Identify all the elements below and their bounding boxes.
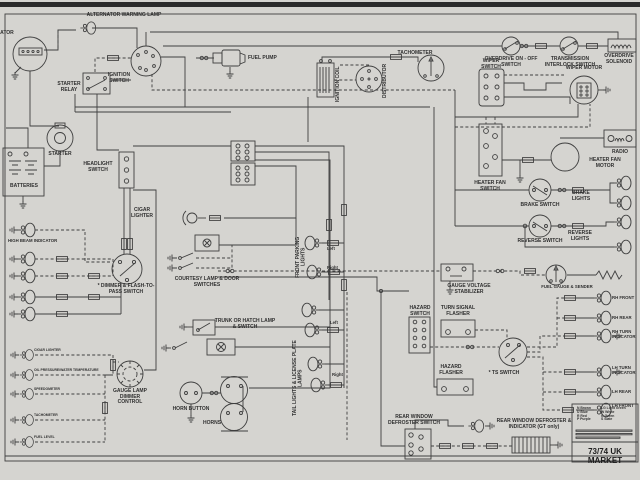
- horns-label: HORNS: [196, 421, 228, 427]
- trunk-lamp-label: TRUNK OR HATCH LAMP & SWITCH: [213, 319, 277, 330]
- ignition-coil-label: IGNITION COIL: [336, 64, 349, 104]
- title-block-text: 73/74 UK MARKET: [572, 447, 638, 465]
- panel-lamp-oil-label: OIL PRESSURE/WATER TEMPERATURE: [34, 369, 99, 373]
- hazard-switch-label: HAZARD SWITCH: [400, 306, 440, 317]
- panel-lamp-fuel-label: FUEL LEVEL: [34, 436, 55, 440]
- panel-lamp-cigar-label: CIGAR LIGHTER: [34, 349, 61, 353]
- legend-column-1: N Brown U Blue R Red P Purple: [577, 407, 601, 422]
- high-beam-indicator-label: HIGH BEAM INDICATOR: [8, 239, 57, 244]
- black-wires-grounds: [6, 57, 621, 449]
- rh-turn-indicator-label: RH TURN INDICATOR: [612, 330, 640, 340]
- alternator-label: ALTERNATOR: [0, 31, 16, 37]
- courtesy-lamp-label: COURTESY LAMP & DOOR SWITCHES: [172, 277, 242, 288]
- gauge-lamp-dimmer-symbol: [117, 361, 143, 387]
- tail-right-label: Right: [332, 373, 343, 378]
- distributor-symbol: [356, 66, 382, 92]
- heater-fan-motor-symbol: [551, 143, 579, 171]
- reverse-switch-symbol: [529, 215, 551, 237]
- front-parking-lights-label: FRONT PARKING LIGHTS: [296, 228, 308, 286]
- wiper-motor-symbol: [570, 76, 598, 104]
- brown-wires: [30, 71, 437, 387]
- wiper-switch-label: WIPER SWITCH: [474, 59, 508, 70]
- hazard-flasher-label: HAZARD FLASHER: [428, 365, 474, 376]
- distributor-label: DISTRIBUTOR: [383, 56, 391, 106]
- batteries-label: BATTERIES: [4, 184, 44, 190]
- starter-label: STARTER: [42, 152, 78, 158]
- tail-lights-label: TAIL LIGHTS & LICENSE PLATE LAMPS: [293, 336, 307, 420]
- starter-relay-label: STARTER RELAY: [54, 82, 84, 93]
- panel-lamp-speedo-label: SPEEDOMETER: [34, 388, 60, 392]
- heater-fan-switch-label: HEATER FAN SWITCH: [468, 181, 512, 192]
- red-wires: [35, 58, 594, 442]
- ignition-switch-label: IGNITION SWITCH: [101, 73, 137, 84]
- warning-lamp-label: ALTERNATOR WARNING LAMP: [86, 13, 162, 19]
- reverse-lights-label: REVERSE LIGHTS: [560, 231, 600, 242]
- brake-switch-label: BRAKE SWITCH: [512, 203, 568, 209]
- tail-left-label: Left: [330, 321, 338, 326]
- horn-button-label: HORN BUTTON: [172, 407, 210, 413]
- cigar-lighter-symbol: [183, 211, 197, 225]
- rh-front-label: RH FRONT: [612, 296, 634, 301]
- lh-rear-label: LH REAR: [612, 390, 631, 395]
- defroster-switch-symbol: [405, 429, 431, 459]
- legend-column-2: LG Light Green W White G Green S Slate: [601, 407, 637, 422]
- green-wires: [152, 74, 614, 446]
- radio-label: RADIO: [606, 150, 634, 156]
- defroster-switch-label: REAR WINDOW DEFROSTER SWITCH: [380, 415, 448, 426]
- fuel-gauge-symbol: [546, 265, 566, 285]
- panel-lamp-tach-label: TACHOMETER: [34, 414, 58, 418]
- brake-lights-label: BRAKE LIGHTS: [564, 191, 598, 202]
- alternator-symbol: [13, 37, 47, 71]
- starter-symbol: [47, 123, 73, 151]
- headlight-switch-symbol: [119, 152, 134, 188]
- ts-switch-label: * TS SWITCH: [480, 371, 528, 377]
- fuel-pump-symbol: [213, 50, 245, 66]
- tachometer-symbol: [418, 55, 444, 81]
- ts-switch-symbol: [499, 338, 527, 366]
- hazard-switch-symbol: [409, 317, 430, 353]
- gauge-voltage-stabilizer-symbol: [441, 264, 473, 281]
- front-parking-left-label: Left: [327, 247, 335, 252]
- fuel-pump-label: FUEL PUMP: [248, 56, 277, 62]
- horn-button-symbol: [180, 382, 202, 404]
- headlight-switch-label: HEADLIGHT SWITCH: [79, 162, 117, 173]
- stabilizer-label: GAUGE VOLTAGE STABILIZER: [438, 284, 500, 295]
- defroster-label: REAR WINDOW DEFROSTER & INDICATOR (GT on…: [492, 419, 576, 430]
- dimmer-switch-symbol: [112, 254, 142, 284]
- lh-turn-indicator-label: LH TURN INDICATOR: [612, 366, 640, 376]
- wiring-diagram-page: ALTERNATOR ALTERNATOR WARNING LAMP START…: [0, 0, 640, 480]
- ignition-switch-symbol: [131, 46, 161, 76]
- gauge-dimmer-label: GAUGE LAMP DIMMER CONTROL: [108, 389, 152, 406]
- wiper-switch-symbol: [479, 69, 504, 106]
- front-parking-right-label: Right: [327, 266, 338, 271]
- dimmer-switch-label: * DIMMER & FLASH-TO-PASS SWITCH: [92, 284, 160, 295]
- heater-fan-motor-label: HEATER FAN MOTOR: [582, 158, 628, 169]
- hazard-flasher-symbol: [437, 379, 473, 395]
- courtesy-lamp-symbol: [168, 235, 219, 272]
- rh-rear-label: RH REAR: [612, 316, 632, 321]
- turn-signal-flasher-label: TURN SIGNAL FLASHER: [436, 306, 480, 317]
- turn-signal-flasher-symbol: [441, 320, 475, 337]
- overdrive-solenoid-label: OVERDRIVE SOLENOID: [597, 54, 640, 65]
- brake-switch-symbol: [529, 179, 551, 201]
- ignition-coil-symbol: [317, 60, 334, 97]
- fuel-gauge-label: FUEL GAUGE & SENDER: [528, 285, 606, 290]
- lamp-bulbs: [18, 176, 631, 447]
- tachometer-label: TACHOMETER: [392, 51, 438, 57]
- radio-symbol: [604, 130, 636, 147]
- cigar-lighter-label: CIGAR LIGHTER: [123, 208, 161, 219]
- connector-blocks: [231, 141, 255, 185]
- overdrive-solenoid-symbol: [608, 39, 636, 52]
- transmission-interlock-switch-symbol: [560, 37, 578, 55]
- wiper-motor-label: WIPER MOTOR: [556, 66, 612, 72]
- heater-fan-switch-symbol: [479, 124, 502, 176]
- overdrive-on-off-switch-symbol: [502, 37, 520, 55]
